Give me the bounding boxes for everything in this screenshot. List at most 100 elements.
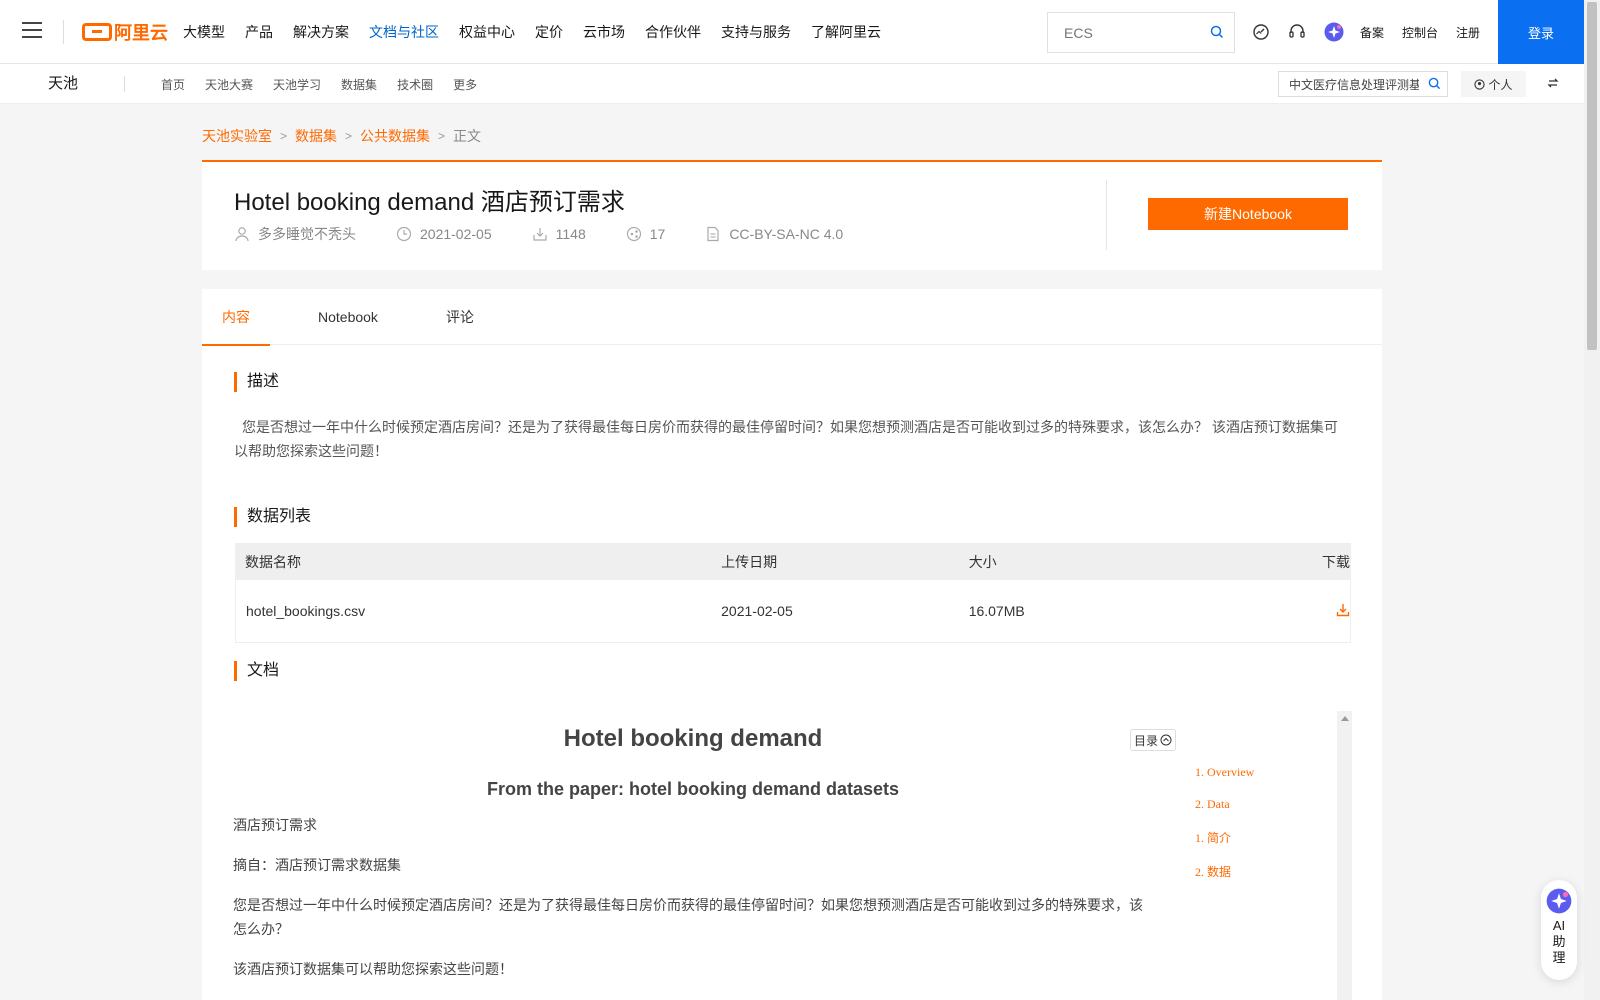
- doc-paragraph: 酒店预订需求: [233, 817, 317, 833]
- publish-date: 2021-02-05: [420, 226, 492, 242]
- subnav-learning[interactable]: 天池学习: [273, 76, 321, 93]
- table-of-contents: 1. Overview 2. Data 1. 简介 2. 数据: [1195, 765, 1254, 897]
- document-viewer: Hotel booking demand From the paper: hot…: [233, 711, 1353, 1000]
- link-icp-filing[interactable]: 备案: [1360, 24, 1384, 41]
- divider: [1106, 180, 1107, 250]
- personal-button[interactable]: 个人: [1461, 71, 1526, 97]
- toc-item-data-cn[interactable]: 2. 数据: [1195, 863, 1254, 880]
- table-row: hotel_bookings.csv 2021-02-05 16.07MB: [236, 580, 1350, 642]
- subnav-home[interactable]: 首页: [161, 76, 185, 93]
- scroll-up-arrow[interactable]: [1341, 716, 1349, 721]
- data-list-table: 数据名称 上传日期 大小 下载 hotel_bookings.csv 2021-…: [235, 543, 1351, 643]
- subnav-datasets[interactable]: 数据集: [341, 76, 377, 93]
- new-notebook-button[interactable]: 新建Notebook: [1148, 198, 1348, 230]
- toc-item-data[interactable]: 2. Data: [1195, 797, 1254, 812]
- top-links: 备案 控制台 注册: [1360, 0, 1498, 64]
- ai-assistant-icon: [1546, 888, 1572, 914]
- document-icon: [707, 226, 719, 242]
- subnav-tech-circle[interactable]: 技术圈: [397, 76, 433, 93]
- toc-item-intro-cn[interactable]: 1. 简介: [1195, 829, 1254, 846]
- column-header-name: 数据名称: [245, 554, 301, 570]
- nav-item-solutions[interactable]: 解决方案: [293, 22, 349, 42]
- download-cell: [1262, 603, 1350, 620]
- link-console[interactable]: 控制台: [1402, 24, 1438, 41]
- meta-downloads: 1148: [532, 226, 586, 242]
- switch-icon[interactable]: [1546, 76, 1560, 90]
- download-icon[interactable]: [1336, 603, 1350, 617]
- aliyun-logo[interactable]: 阿里云: [82, 20, 168, 44]
- nav-item-partners[interactable]: 合作伙伴: [645, 22, 701, 42]
- toc-item-overview[interactable]: 1. Overview: [1195, 765, 1254, 780]
- dashboard-icon[interactable]: [1252, 23, 1270, 41]
- toc-toggle-button[interactable]: 目录: [1130, 729, 1176, 751]
- divider: [63, 20, 64, 44]
- top-icon-group: [1252, 22, 1362, 42]
- breadcrumb-lab[interactable]: 天池实验室: [202, 126, 272, 146]
- ai-assistant-widget[interactable]: AI助理: [1541, 880, 1577, 980]
- dataset-header: Hotel booking demand 酒店预订需求 多多睡觉不秃头 2021…: [202, 160, 1382, 270]
- section-title-description: 描述: [234, 372, 279, 392]
- section-title-docs: 文档: [234, 661, 279, 681]
- nav-item-marketplace[interactable]: 云市场: [583, 22, 625, 42]
- aliyun-logo-text: 阿里云: [114, 23, 168, 43]
- download-count-icon: [533, 228, 547, 241]
- file-size: 16.07MB: [968, 603, 1025, 619]
- file-date: 2021-02-05: [721, 603, 793, 619]
- meta-author[interactable]: 多多睡觉不秃头: [234, 224, 356, 244]
- column-header-size: 大小: [968, 554, 997, 570]
- tianchi-search: [1278, 71, 1448, 97]
- doc-subheading: From the paper: hotel booking demand dat…: [486, 779, 900, 799]
- breadcrumb-datasets[interactable]: 数据集: [295, 126, 337, 146]
- tab-notebook[interactable]: Notebook: [298, 289, 398, 345]
- nav-item-support[interactable]: 支持与服务: [721, 22, 791, 42]
- link-register[interactable]: 注册: [1456, 24, 1480, 41]
- ai-assistant-label: AI助理: [1552, 918, 1566, 965]
- tianchi-search-input[interactable]: [1279, 72, 1419, 96]
- scroll-thumb[interactable]: [1587, 2, 1597, 350]
- breadcrumb: 天池实验室 > 数据集 > 公共数据集 > 正文: [202, 126, 481, 146]
- nav-item-docs-community[interactable]: 文档与社区: [369, 22, 439, 42]
- chevron-right-icon: >: [280, 129, 288, 143]
- nav-item-pricing[interactable]: 定价: [535, 22, 563, 42]
- dataset-title-en: Hotel booking demand: [234, 189, 475, 216]
- headset-icon[interactable]: [1288, 23, 1306, 41]
- main-nav: 大模型 产品 解决方案 文档与社区 权益中心 定价 云市场 合作伙伴 支持与服务…: [183, 0, 901, 64]
- menu-icon[interactable]: [22, 22, 42, 38]
- breadcrumb-public-datasets[interactable]: 公共数据集: [360, 126, 430, 146]
- doc-paragraph: 该酒店预订数据集可以帮助您探索这些问题！: [233, 961, 513, 977]
- tab-comments[interactable]: 评论: [426, 289, 494, 345]
- chevron-right-icon: >: [345, 129, 353, 143]
- dataset-title-cn: 酒店预订需求: [480, 190, 625, 216]
- global-search: [1047, 12, 1235, 53]
- tab-content[interactable]: 内容: [202, 289, 270, 346]
- subnav-competitions[interactable]: 天池大赛: [205, 76, 253, 93]
- subnav-more[interactable]: 更多: [453, 76, 477, 93]
- meta-shares: 17: [626, 226, 665, 242]
- download-count: 1148: [555, 226, 586, 242]
- document-scrollbar[interactable]: [1337, 711, 1352, 1000]
- breadcrumb-current: 正文: [453, 128, 482, 144]
- search-icon[interactable]: [1428, 77, 1441, 90]
- nav-item-benefits[interactable]: 权益中心: [459, 22, 515, 42]
- user-icon: [235, 227, 249, 242]
- global-search-input[interactable]: [1048, 13, 1198, 52]
- nav-item-products[interactable]: 产品: [245, 22, 273, 42]
- meta-date: 2021-02-05: [396, 226, 492, 242]
- tianchi-brand[interactable]: 天池: [48, 64, 78, 104]
- file-name: hotel_bookings.csv: [246, 603, 366, 619]
- nav-item-about[interactable]: 了解阿里云: [811, 22, 881, 42]
- doc-paragraph: 您是否想过一年中什么时候预定酒店房间？还是为了获得最佳每日房价而获得的最佳停留时…: [233, 897, 1143, 937]
- meta-license: CC-BY-SA-NC 4.0: [705, 226, 843, 242]
- column-header-date: 上传日期: [721, 554, 778, 570]
- tianchi-nav: 首页 天池大赛 天池学习 数据集 技术圈 更多: [161, 64, 497, 104]
- login-button[interactable]: 登录: [1498, 0, 1584, 64]
- content-tabs: 内容 Notebook 评论: [202, 289, 1382, 346]
- content-panel: 内容 Notebook 评论 描述 您是否想过一年中什么时候预定酒店房间？还是为…: [202, 289, 1382, 1000]
- doc-heading: Hotel booking demand: [563, 725, 823, 752]
- ai-assistant-icon[interactable]: [1324, 22, 1344, 42]
- dataset-meta: 多多睡觉不秃头 2021-02-05 1148 17 CC-BY-SA-NC 4…: [234, 224, 883, 244]
- page-scrollbar[interactable]: [1584, 0, 1600, 1000]
- nav-item-llm[interactable]: 大模型: [183, 22, 225, 42]
- description-text: 您是否想过一年中什么时候预定酒店房间？还是为了获得最佳每日房价而获得的最佳停留时…: [234, 419, 1338, 459]
- search-icon[interactable]: [1210, 25, 1224, 39]
